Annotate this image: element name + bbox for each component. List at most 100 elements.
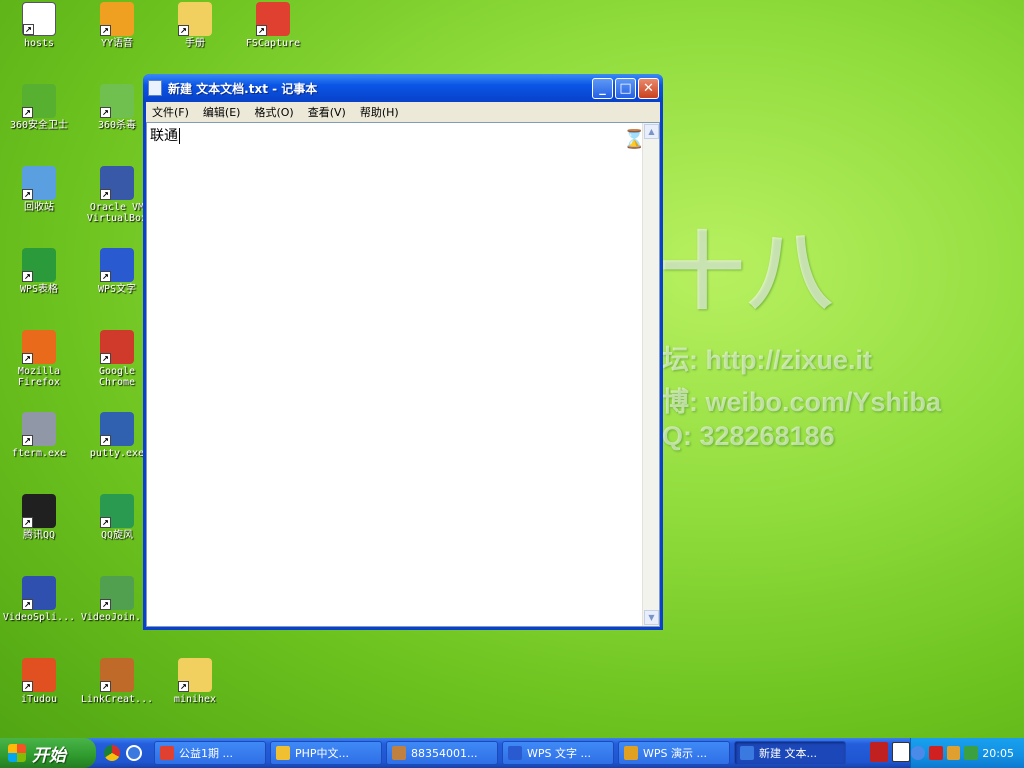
menu-view[interactable]: 查看(V) bbox=[308, 104, 346, 120]
shortcut-arrow-icon: ↗ bbox=[178, 681, 189, 692]
tray-arrow-icon[interactable] bbox=[910, 746, 925, 760]
menu-edit[interactable]: 编辑(E) bbox=[203, 104, 241, 120]
fterm-icon: ↗ bbox=[22, 412, 56, 446]
shortcut-arrow-icon: ↗ bbox=[22, 107, 33, 118]
folder-icon: ↗ bbox=[178, 2, 212, 36]
menu-file[interactable]: 文件(F) bbox=[152, 104, 189, 120]
desktop-icon-label: LinkCreat... bbox=[80, 694, 154, 705]
shortcut-arrow-icon: ↗ bbox=[22, 189, 33, 200]
desktop-icon-label: 回收站 bbox=[24, 202, 54, 213]
ie-icon[interactable] bbox=[126, 745, 142, 761]
task-label: 公益1期 ... bbox=[179, 747, 233, 760]
ime-icon[interactable] bbox=[870, 742, 888, 762]
wallpaper-qq: Q: 328268186 bbox=[662, 421, 835, 451]
menu-help[interactable]: 帮助(H) bbox=[360, 104, 399, 120]
desktop-icon[interactable]: ↗ 回收站 bbox=[0, 166, 78, 213]
tray-app-icon[interactable] bbox=[946, 746, 961, 760]
taskbar-button[interactable]: PHP中文... bbox=[270, 741, 382, 765]
putty-icon: ↗ bbox=[100, 412, 134, 446]
task-app-icon bbox=[160, 746, 174, 760]
taskbar-button[interactable]: WPS 演示 ... bbox=[618, 741, 730, 765]
scroll-up-icon[interactable]: ▲ bbox=[644, 124, 659, 139]
desktop-icon-label: minihex bbox=[173, 694, 217, 705]
desktop-icon-label: Mozilla Firefox bbox=[17, 366, 61, 388]
notepad-menu-bar: 文件(F) 编辑(E) 格式(O) 查看(V) 帮助(H) bbox=[146, 102, 660, 122]
network-icon[interactable] bbox=[928, 746, 943, 760]
task-list: 公益1期 ... PHP中文... 88354001... WPS 文字 ... WPS… bbox=[154, 741, 850, 765]
shortcut-arrow-icon: ↗ bbox=[100, 353, 111, 364]
notepad-window[interactable]: 新建 文本文档.txt - 记事本 _ □ ✕ 文件(F) 编辑(E) 格式(O… bbox=[143, 74, 663, 630]
videojoiner-icon: ↗ bbox=[100, 576, 134, 610]
desktop-icon[interactable]: ↗ 腾讯QQ bbox=[0, 494, 78, 541]
taskbar: 开始 公益1期 ... PHP中文... 88354001... WPS 文字 ...… bbox=[0, 738, 1024, 768]
wps-spreadsheet-icon: ↗ bbox=[22, 248, 56, 282]
security-shield-icon[interactable] bbox=[964, 746, 979, 760]
text-caret bbox=[179, 128, 180, 144]
desktop-icon[interactable]: ↗ 360安全卫士 bbox=[0, 84, 78, 131]
menu-format[interactable]: 格式(O) bbox=[254, 104, 293, 120]
text-content: 联通 bbox=[150, 128, 178, 144]
windows-flag-icon bbox=[8, 744, 26, 762]
360-antivirus-icon: ↗ bbox=[100, 84, 134, 118]
task-app-icon bbox=[276, 746, 290, 760]
shortcut-arrow-icon: ↗ bbox=[22, 599, 33, 610]
desktop-icon[interactable]: ↗ WPS表格 bbox=[0, 248, 78, 295]
desktop-icon[interactable]: ↗ 手册 bbox=[156, 2, 234, 49]
chrome-icon[interactable] bbox=[104, 745, 120, 761]
desktop-icon-label: fterm.exe bbox=[11, 448, 67, 459]
desktop-icon[interactable]: ↗ iTudou bbox=[0, 658, 78, 705]
itudou-icon: ↗ bbox=[22, 658, 56, 692]
desktop-icon-label: 腾讯QQ bbox=[22, 530, 56, 541]
shortcut-arrow-icon: ↗ bbox=[22, 681, 33, 692]
task-label: WPS 演示 ... bbox=[643, 747, 707, 760]
maximize-button[interactable]: □ bbox=[615, 77, 636, 99]
task-label: 88354001... bbox=[411, 746, 478, 760]
firefox-icon: ↗ bbox=[22, 330, 56, 364]
desktop-icon[interactable]: ↗ LinkCreat... bbox=[78, 658, 156, 705]
taskbar-button[interactable]: WPS 文字 ... bbox=[502, 741, 614, 765]
minimize-button[interactable]: _ bbox=[592, 77, 613, 99]
notepad-icon bbox=[148, 80, 162, 96]
desktop-icon[interactable]: ↗ Mozilla Firefox bbox=[0, 330, 78, 388]
desktop-icon-label: iTudou bbox=[20, 694, 58, 705]
desktop-icon[interactable]: ↗ YY语音 bbox=[78, 2, 156, 49]
linkcreator-icon: ↗ bbox=[100, 658, 134, 692]
qq-penguin-icon: ↗ bbox=[22, 494, 56, 528]
chrome-icon: ↗ bbox=[100, 330, 134, 364]
desktop-icon[interactable]: ↗ minihex bbox=[156, 658, 234, 705]
notepad-title-bar[interactable]: 新建 文本文档.txt - 记事本 _ □ ✕ bbox=[143, 74, 663, 102]
tray-extra-icons bbox=[866, 742, 910, 762]
text-file-icon: ↗ bbox=[22, 2, 56, 36]
desktop-icon[interactable]: ↗ fterm.exe bbox=[0, 412, 78, 459]
shortcut-arrow-icon: ↗ bbox=[100, 681, 111, 692]
qq-whirlwind-icon: ↗ bbox=[100, 494, 134, 528]
desktop-icon[interactable]: ↗ FSCapture bbox=[234, 2, 312, 49]
help-icon[interactable] bbox=[892, 742, 910, 762]
notepad-title: 新建 文本文档.txt - 记事本 bbox=[168, 81, 318, 96]
desktop-icon[interactable]: ↗ hosts bbox=[0, 2, 78, 49]
task-app-icon bbox=[508, 746, 522, 760]
taskbar-button[interactable]: 新建 文本... bbox=[734, 741, 846, 765]
vertical-scrollbar[interactable]: ▲ ▼ bbox=[642, 123, 659, 626]
taskbar-button[interactable]: 公益1期 ... bbox=[154, 741, 266, 765]
start-label: 开始 bbox=[32, 745, 66, 766]
recycle-bin-icon: ↗ bbox=[22, 166, 56, 200]
shortcut-arrow-icon: ↗ bbox=[100, 189, 111, 200]
task-label: PHP中文... bbox=[295, 747, 350, 760]
shortcut-arrow-icon: ↗ bbox=[100, 517, 111, 528]
system-tray: 20:05 bbox=[910, 738, 1024, 768]
notepad-text-area[interactable]: 联通 ⌛ ▲ ▼ bbox=[146, 122, 660, 627]
scroll-down-icon[interactable]: ▼ bbox=[644, 610, 659, 625]
desktop-icon-label: FSCapture bbox=[245, 38, 301, 49]
360-security-icon: ↗ bbox=[22, 84, 56, 118]
start-button[interactable]: 开始 bbox=[0, 738, 96, 768]
desktop-icon[interactable]: ↗ VideoSpli... bbox=[0, 576, 78, 623]
desktop-icon-label: YY语音 bbox=[100, 38, 134, 49]
shortcut-arrow-icon: ↗ bbox=[100, 107, 111, 118]
yy-voice-icon: ↗ bbox=[100, 2, 134, 36]
task-label: 新建 文本... bbox=[759, 747, 817, 760]
fscapture-icon: ↗ bbox=[256, 2, 290, 36]
taskbar-button[interactable]: 88354001... bbox=[386, 741, 498, 765]
close-button[interactable]: ✕ bbox=[638, 77, 659, 99]
wallpaper-logo: 十八 bbox=[660, 225, 837, 319]
